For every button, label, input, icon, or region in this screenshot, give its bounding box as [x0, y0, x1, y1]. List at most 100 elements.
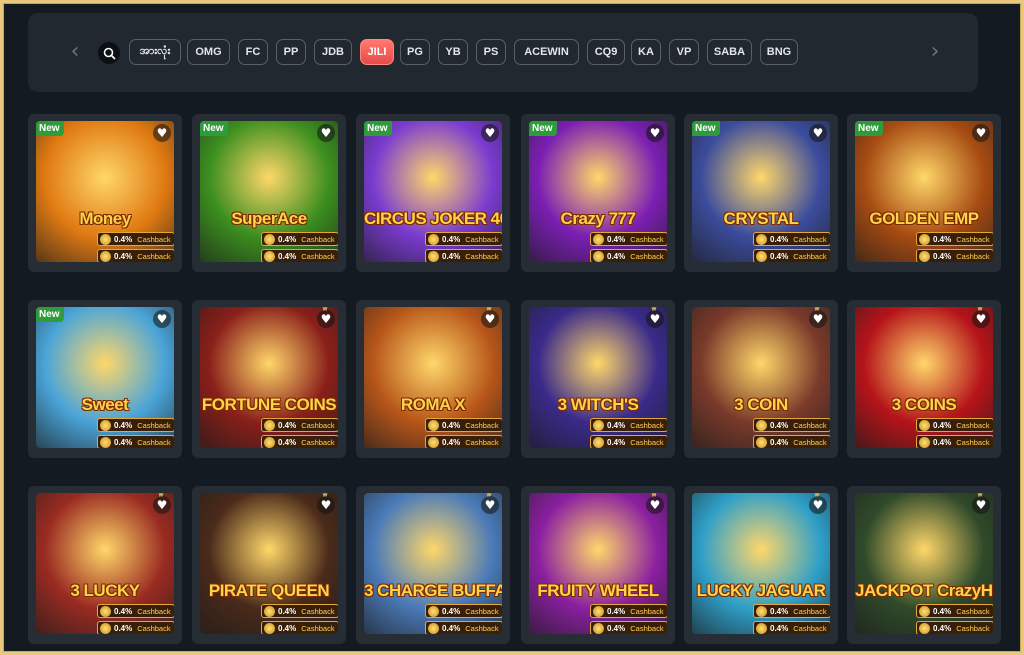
game-thumbnail[interactable]: New ♥ SuperAce 0.4% Cashback 0.4% Cashback	[200, 121, 338, 262]
heart-icon[interactable]: ♥	[481, 310, 499, 328]
game-thumbnail[interactable]: New ♥ Money 0.4% Cashback 0.4% Cashback	[36, 121, 174, 262]
cashback-badge: 0.4% Cashback	[753, 232, 830, 246]
coin-icon	[100, 419, 111, 431]
coin-icon	[919, 605, 930, 617]
game-thumbnail[interactable]: New ♥ Sweet 0.4% Cashback 0.4% Cashback	[36, 307, 174, 448]
cashback-label: Cashback	[630, 234, 664, 244]
new-badge: New	[692, 121, 720, 136]
heart-icon[interactable]: ♥	[972, 310, 990, 328]
game-card[interactable]: ♛♥JACKPOT CrazyHunt0.4%Cashback0.4%Cashb…	[847, 486, 1001, 644]
heart-icon[interactable]: ♥	[809, 496, 827, 514]
provider-tab-1[interactable]: OMG	[187, 39, 230, 65]
cashback-badge: 0.4% Cashback	[261, 249, 338, 262]
game-thumbnail[interactable]: New ♥ CRYSTAL 0.4% Cashback 0.4% Cashback	[692, 121, 830, 262]
cashback-label: Cashback	[301, 437, 335, 447]
heart-icon[interactable]: ♥	[646, 496, 664, 514]
game-card[interactable]: New ♥ CRYSTAL 0.4% Cashback 0.4% Cashback	[684, 114, 838, 272]
cashback-badge: 0.4% Cashback	[590, 621, 667, 634]
game-thumbnail[interactable]: New ♥ Crazy 777 0.4% Cashback 0.4% Cashback	[529, 121, 667, 262]
game-card[interactable]: ♛♥3 COINS0.4%Cashback0.4%Cashback	[847, 300, 1001, 458]
heart-icon[interactable]: ♥	[809, 310, 827, 328]
game-card[interactable]: New ♥ Sweet 0.4% Cashback 0.4% Cashback	[28, 300, 182, 458]
provider-tab-9[interactable]: ACEWIN	[514, 39, 579, 65]
coin-icon	[264, 622, 275, 634]
cashback-rate: 0.4%	[442, 623, 461, 633]
chevron-left-icon[interactable]: ‹	[65, 41, 85, 63]
cashback-badge: 0.4% Cashback	[97, 418, 174, 432]
game-thumbnail[interactable]: ♛♥3 COINS0.4%Cashback0.4%Cashback	[855, 307, 993, 448]
provider-tab-0[interactable]: အားလုံး	[129, 39, 181, 65]
coin-icon	[756, 605, 767, 617]
cashback-rate: 0.4%	[442, 234, 461, 244]
game-title: 3 COINS	[891, 395, 957, 414]
provider-tab-2[interactable]: FC	[238, 39, 268, 65]
provider-tab-7[interactable]: YB	[438, 39, 468, 65]
coin-icon	[100, 250, 111, 262]
heart-icon[interactable]: ♥	[317, 124, 335, 142]
heart-icon[interactable]: ♥	[153, 310, 171, 328]
game-thumbnail[interactable]: ♛♥PIRATE QUEEN0.4%Cashback0.4%Cashback	[200, 493, 338, 634]
coin-icon	[264, 233, 275, 245]
game-card[interactable]: New ♥ GOLDEN EMP 0.4% Cashback 0.4% Cashback	[847, 114, 1001, 272]
game-card[interactable]: ♛♥FRUITY WHEEL0.4%Cashback0.4%Cashback	[521, 486, 675, 644]
game-thumbnail[interactable]: ♛♥3 COIN0.4%Cashback0.4%Cashback	[692, 307, 830, 448]
game-card[interactable]: ♛♥3 WITCH'S0.4%Cashback0.4%Cashback	[521, 300, 675, 458]
provider-tab-14[interactable]: BNG	[760, 39, 798, 65]
game-card[interactable]: New ♥ Crazy 777 0.4% Cashback 0.4% Cashback	[521, 114, 675, 272]
provider-tab-3[interactable]: PP	[276, 39, 306, 65]
search-icon[interactable]	[98, 42, 120, 64]
game-card[interactable]: ♛♥LUCKY JAGUAR0.4%Cashback0.4%Cashback	[684, 486, 838, 644]
cashback-label: Cashback	[137, 251, 171, 261]
heart-icon[interactable]: ♥	[317, 310, 335, 328]
provider-tab-6[interactable]: PG	[400, 39, 430, 65]
cashback-rate: 0.4%	[770, 437, 789, 447]
game-card[interactable]: ♛♥FORTUNE COINS0.4%Cashback0.4%Cashback	[192, 300, 346, 458]
provider-tab-5[interactable]: JILI	[360, 39, 394, 65]
game-thumbnail[interactable]: ♛♥3 LUCKY0.4%Cashback0.4%Cashback	[36, 493, 174, 634]
provider-tab-8[interactable]: PS	[476, 39, 506, 65]
game-thumbnail[interactable]: ♛♥FRUITY WHEEL0.4%Cashback0.4%Cashback	[529, 493, 667, 634]
cashback-rate: 0.4%	[933, 234, 952, 244]
heart-icon[interactable]: ♥	[646, 124, 664, 142]
cashback-badge: 0.4% Cashback	[916, 621, 993, 634]
game-card[interactable]: New ♥ Money 0.4% Cashback 0.4% Cashback	[28, 114, 182, 272]
game-thumbnail[interactable]: ♛♥JACKPOT CrazyHunt0.4%Cashback0.4%Cashb…	[855, 493, 993, 634]
heart-icon[interactable]: ♥	[646, 310, 664, 328]
cashback-label: Cashback	[956, 437, 990, 447]
game-card[interactable]: New ♥ SuperAce 0.4% Cashback 0.4% Cashback	[192, 114, 346, 272]
cashback-label: Cashback	[630, 437, 664, 447]
heart-icon[interactable]: ♥	[972, 496, 990, 514]
game-title: 3 LUCKY	[70, 581, 140, 600]
cashback-badge: 0.4% Cashback	[753, 621, 830, 634]
game-card[interactable]: ♛♥3 COIN0.4%Cashback0.4%Cashback	[684, 300, 838, 458]
game-card[interactable]: ♛♥3 LUCKY0.4%Cashback0.4%Cashback	[28, 486, 182, 644]
game-title: FORTUNE COINS	[201, 395, 337, 414]
game-thumbnail[interactable]: New ♥ GOLDEN EMP 0.4% Cashback 0.4% Cashback	[855, 121, 993, 262]
heart-icon[interactable]: ♥	[481, 496, 499, 514]
heart-icon[interactable]: ♥	[153, 496, 171, 514]
game-card[interactable]: New ♥ CIRCUS JOKER 40 0.4% Cashback 0.4% Cashb…	[356, 114, 510, 272]
game-thumbnail[interactable]: ♛♥LUCKY JAGUAR0.4%Cashback0.4%Cashback	[692, 493, 830, 634]
game-thumbnail[interactable]: ♛♥ROMA X0.4%Cashback0.4%Cashback	[364, 307, 502, 448]
provider-tab-11[interactable]: KA	[631, 39, 661, 65]
heart-icon[interactable]: ♥	[481, 124, 499, 142]
heart-icon[interactable]: ♥	[809, 124, 827, 142]
heart-icon[interactable]: ♥	[153, 124, 171, 142]
game-card[interactable]: ♛♥PIRATE QUEEN0.4%Cashback0.4%Cashback	[192, 486, 346, 644]
heart-icon[interactable]: ♥	[972, 124, 990, 142]
coin-icon	[264, 436, 275, 448]
chevron-right-icon[interactable]: ›	[925, 41, 945, 63]
provider-tab-13[interactable]: SABA	[707, 39, 752, 65]
game-card[interactable]: ♛♥ROMA X0.4%Cashback0.4%Cashback	[356, 300, 510, 458]
coin-icon	[756, 419, 767, 431]
cashback-badge: 0.4% Cashback	[916, 418, 993, 432]
heart-icon[interactable]: ♥	[317, 496, 335, 514]
provider-tab-4[interactable]: JDB	[314, 39, 352, 65]
game-thumbnail[interactable]: ♛♥3 CHARGE BUFFALO0.4%Cashback0.4%Cashba…	[364, 493, 502, 634]
game-thumbnail[interactable]: New ♥ CIRCUS JOKER 40 0.4% Cashback 0.4% Cashb…	[364, 121, 502, 262]
game-card[interactable]: ♛♥3 CHARGE BUFFALO0.4%Cashback0.4%Cashba…	[356, 486, 510, 644]
game-thumbnail[interactable]: ♛♥3 WITCH'S0.4%Cashback0.4%Cashback	[529, 307, 667, 448]
provider-tab-12[interactable]: VP	[669, 39, 699, 65]
provider-tab-10[interactable]: CQ9	[587, 39, 625, 65]
game-thumbnail[interactable]: ♛♥FORTUNE COINS0.4%Cashback0.4%Cashback	[200, 307, 338, 448]
